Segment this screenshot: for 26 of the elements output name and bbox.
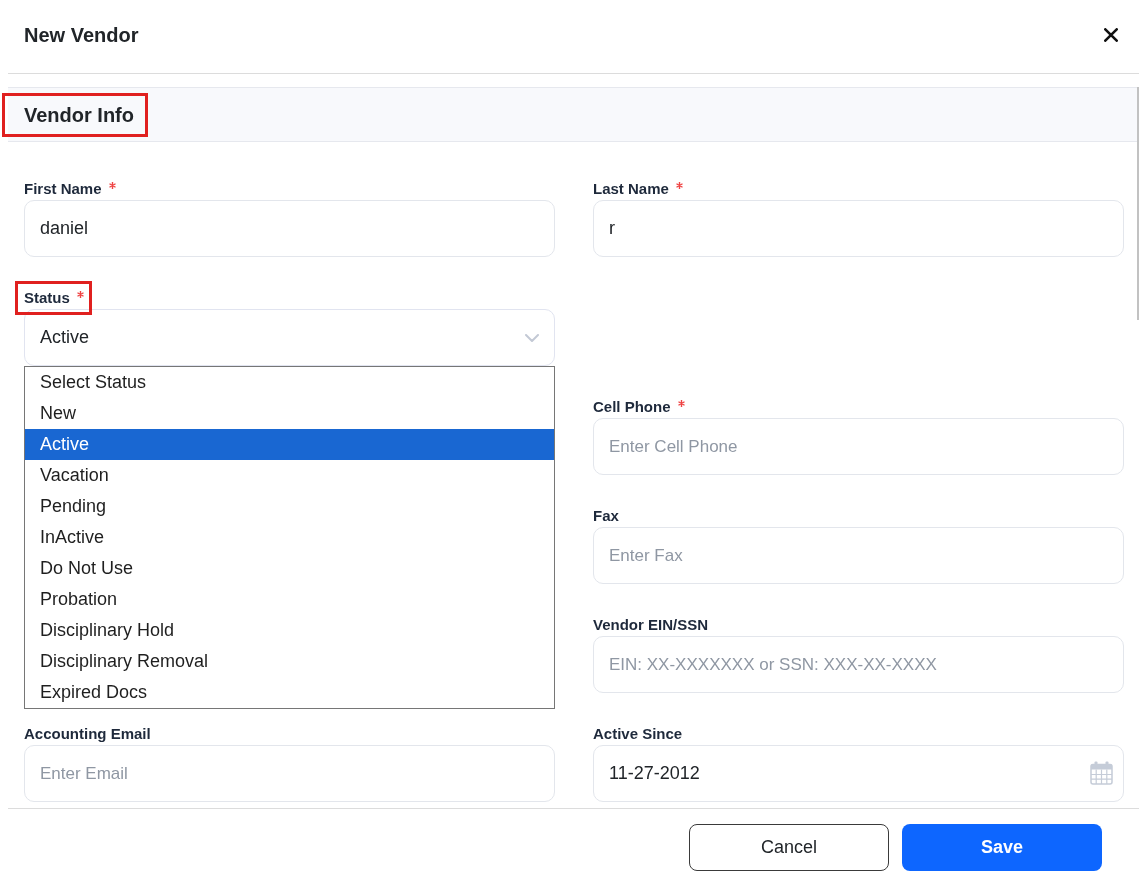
field-label: Last Name — [593, 179, 669, 199]
calendar-icon[interactable] — [1090, 761, 1113, 785]
chevron-down-icon — [525, 333, 539, 342]
cancel-button[interactable]: Cancel — [689, 824, 889, 871]
text-field[interactable]: Enter Email — [24, 745, 555, 802]
field-label: Vendor EIN/SSN — [593, 615, 709, 635]
close-button[interactable] — [1104, 28, 1118, 42]
save-button[interactable]: Save — [902, 824, 1102, 871]
field-label: First Name — [24, 179, 102, 199]
close-icon — [1104, 28, 1118, 42]
text-field[interactable]: daniel — [24, 200, 555, 257]
text-field[interactable]: Enter Cell Phone — [593, 418, 1124, 475]
select-field[interactable]: Active — [24, 309, 555, 366]
dropdown-option[interactable]: Active — [25, 429, 554, 460]
field-label: Active Since — [593, 724, 683, 744]
field-label: Fax — [593, 506, 619, 526]
field-label: Cell Phone — [593, 397, 671, 417]
date-field[interactable]: 11-27-2012 — [593, 745, 1124, 802]
text-field[interactable]: r — [593, 200, 1124, 257]
section-title: Vendor Info — [24, 102, 134, 128]
text-field[interactable]: EIN: XX-XXXXXXX or SSN: XXX-XX-XXXX — [593, 636, 1124, 693]
scrollbar-thumb[interactable] — [1137, 87, 1139, 320]
field-label: Accounting Email — [24, 724, 151, 744]
field-label: Status — [24, 288, 70, 308]
text-field[interactable]: Enter Fax — [593, 527, 1124, 584]
dialog-title: New Vendor — [24, 23, 139, 48]
